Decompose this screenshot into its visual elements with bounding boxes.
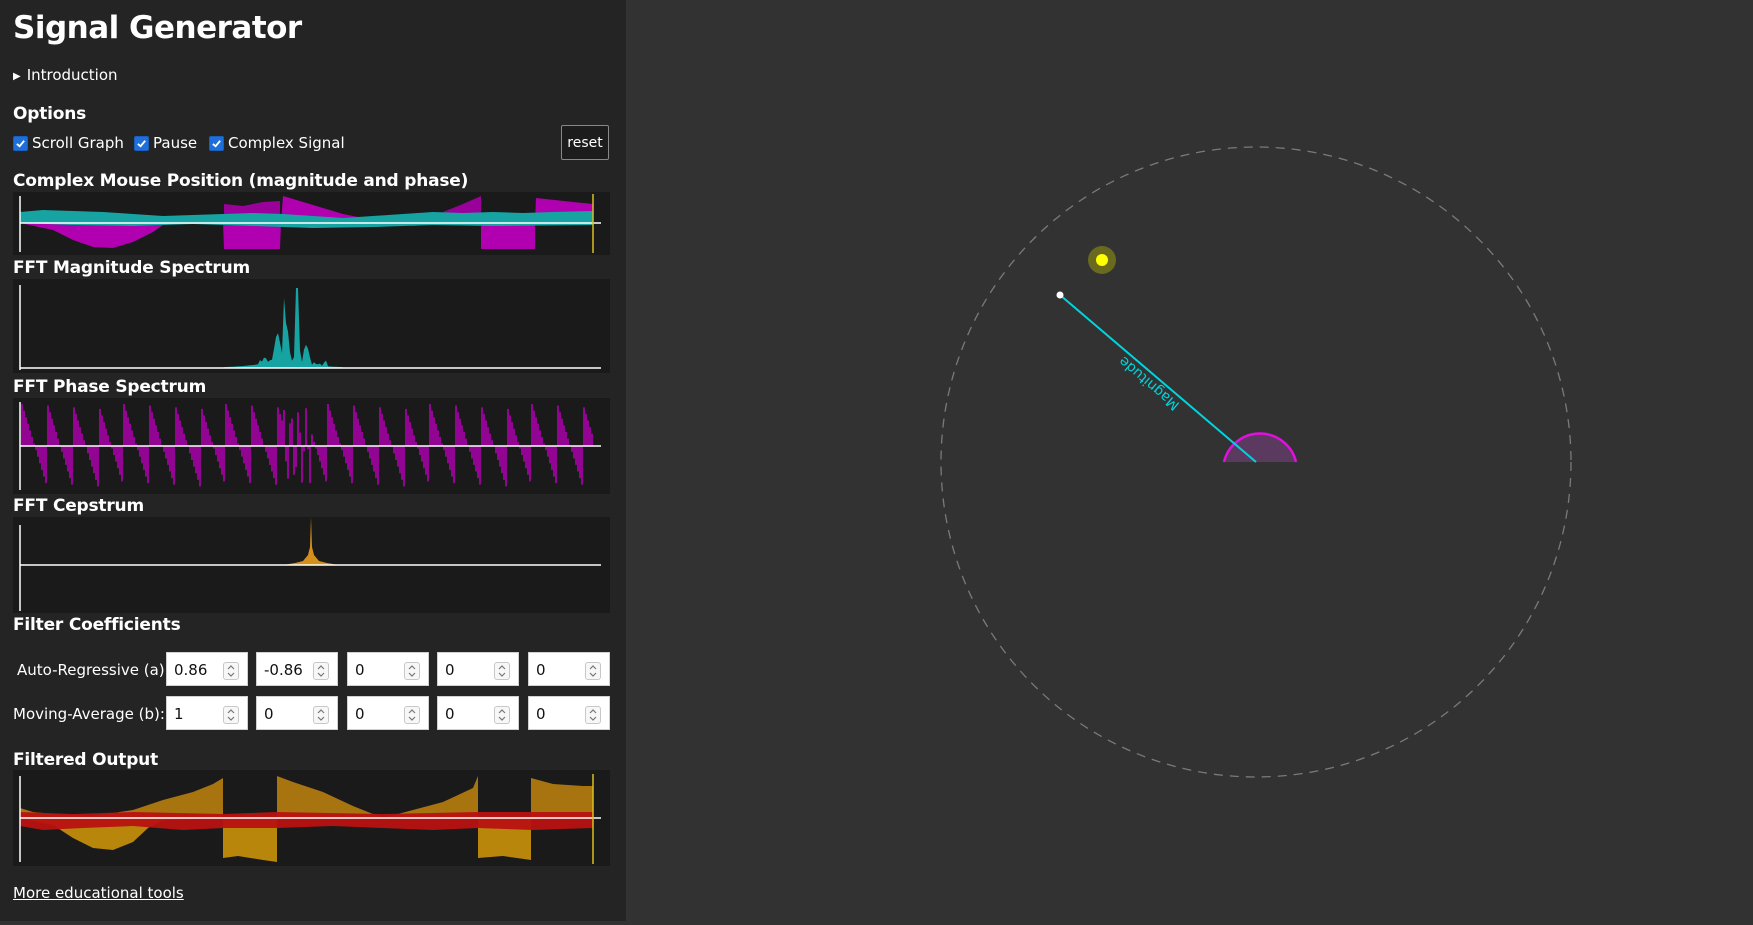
- coefficient-value: 0: [355, 705, 365, 723]
- ar-coefficient-input-4[interactable]: 0: [528, 652, 610, 686]
- introduction-toggle[interactable]: ▶ Introduction: [13, 66, 118, 84]
- fft-magnitude-plot: [13, 279, 610, 373]
- introduction-label: Introduction: [26, 66, 118, 84]
- fft-cepstrum-plot: [13, 517, 610, 613]
- spinner-arrows-icon[interactable]: [313, 706, 329, 724]
- fft-phase-title: FFT Phase Spectrum: [13, 377, 207, 397]
- coefficient-value: 0: [536, 661, 546, 679]
- complex-mouse-title: Complex Mouse Position (magnitude and ph…: [13, 171, 469, 191]
- fft-cepstrum-title: FFT Cepstrum: [13, 496, 144, 516]
- reset-button[interactable]: reset: [561, 125, 609, 160]
- coefficient-value: 0.86: [174, 661, 208, 679]
- coefficient-value: -0.86: [264, 661, 303, 679]
- coefficient-value: 0: [264, 705, 274, 723]
- scroll-graph-label: Scroll Graph: [32, 134, 124, 152]
- cursor-dot: [1096, 254, 1108, 266]
- checkbox-checked-icon: [13, 135, 28, 151]
- spinner-arrows-icon[interactable]: [585, 706, 601, 724]
- spinner-arrows-icon[interactable]: [404, 662, 420, 680]
- spinner-arrows-icon[interactable]: [404, 706, 420, 724]
- scroll-graph-checkbox[interactable]: Scroll Graph: [13, 134, 124, 152]
- ma-coefficient-input-2[interactable]: 0: [347, 696, 429, 730]
- spinner-arrows-icon[interactable]: [494, 662, 510, 680]
- phase-spectrum-trace: [21, 404, 593, 487]
- vector-endpoint-dot: [1056, 291, 1064, 299]
- options-heading: Options: [13, 104, 87, 124]
- coefficient-value: 1: [174, 705, 184, 723]
- magnitude-spectrum-trace: [20, 288, 601, 368]
- spinner-arrows-icon[interactable]: [494, 706, 510, 724]
- ma-coefficient-input-1[interactable]: 0: [256, 696, 338, 730]
- moving-average-label: Moving-Average (b):: [13, 705, 165, 723]
- auto-regressive-label: Auto-Regressive (a):: [17, 661, 170, 679]
- spinner-arrows-icon[interactable]: [223, 662, 239, 680]
- complex-signal-checkbox[interactable]: Complex Signal: [209, 134, 345, 152]
- phase-arc: [1224, 433, 1296, 462]
- ar-coefficient-input-3[interactable]: 0: [437, 652, 519, 686]
- ma-coefficient-input-4[interactable]: 0: [528, 696, 610, 730]
- page-title: Signal Generator: [13, 10, 302, 46]
- filter-coefficients-heading: Filter Coefficients: [13, 615, 181, 635]
- ar-coefficient-input-2[interactable]: 0: [347, 652, 429, 686]
- complex-mouse-plot: [13, 192, 610, 255]
- more-educational-tools-link[interactable]: More educational tools: [13, 884, 184, 902]
- magnitude-line: [1059, 294, 1257, 463]
- coefficient-value: 0: [445, 705, 455, 723]
- disclosure-triangle-icon: ▶: [13, 71, 21, 82]
- spinner-arrows-icon[interactable]: [223, 706, 239, 724]
- fft-phase-plot: [13, 398, 610, 494]
- filtered-output-plot: [13, 770, 610, 866]
- pause-label: Pause: [153, 134, 198, 152]
- complex-plane-canvas[interactable]: Magnitude: [626, 0, 1753, 921]
- ar-coefficient-input-0[interactable]: 0.86: [166, 652, 248, 686]
- checkbox-checked-icon: [134, 135, 149, 151]
- coefficient-value: 0: [355, 661, 365, 679]
- checkbox-checked-icon: [209, 135, 224, 151]
- fft-magnitude-title: FFT Magnitude Spectrum: [13, 258, 251, 278]
- spinner-arrows-icon[interactable]: [585, 662, 601, 680]
- control-panel: Signal Generator ▶ Introduction Options S…: [0, 0, 626, 921]
- coefficient-value: 0: [536, 705, 546, 723]
- ma-coefficient-input-0[interactable]: 1: [166, 696, 248, 730]
- filtered-output-title: Filtered Output: [13, 750, 159, 770]
- spinner-arrows-icon[interactable]: [313, 662, 329, 680]
- magnitude-label: Magnitude: [1116, 353, 1183, 413]
- complex-signal-label: Complex Signal: [228, 134, 345, 152]
- ma-coefficient-input-3[interactable]: 0: [437, 696, 519, 730]
- pause-checkbox[interactable]: Pause: [134, 134, 197, 152]
- coefficient-value: 0: [445, 661, 455, 679]
- ar-coefficient-input-1[interactable]: -0.86: [256, 652, 338, 686]
